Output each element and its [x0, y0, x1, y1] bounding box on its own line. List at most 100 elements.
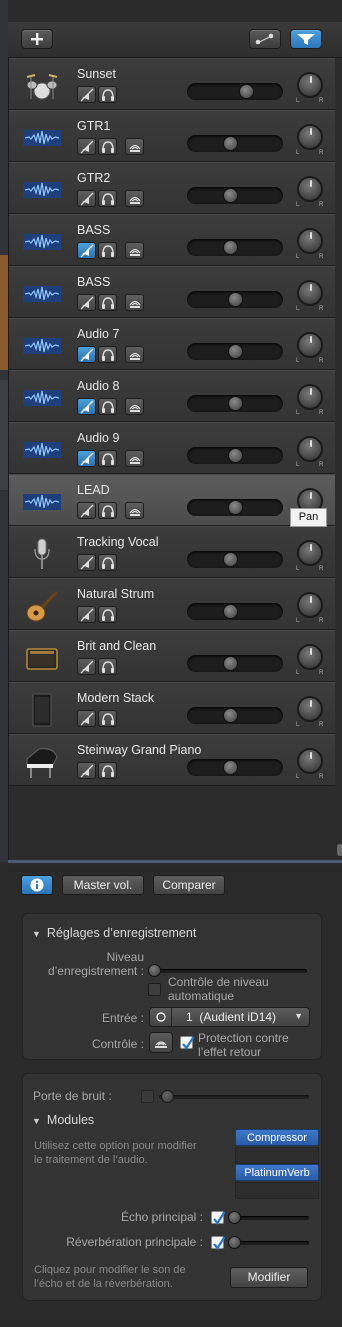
volume-knob[interactable]: [228, 292, 243, 307]
volume-knob[interactable]: [223, 708, 238, 723]
pan-knob[interactable]: [297, 72, 323, 98]
plugin-slot-empty[interactable]: [235, 1147, 319, 1164]
pan-knob[interactable]: [297, 332, 323, 358]
track-row[interactable]: BASS L R: [9, 266, 335, 318]
volume-slider[interactable]: [187, 83, 283, 100]
scrollbar[interactable]: [337, 844, 342, 856]
mute-button[interactable]: [77, 86, 96, 103]
track-row[interactable]: GTR2 L R: [9, 162, 335, 214]
pan-knob[interactable]: [297, 280, 323, 306]
mute-button[interactable]: [77, 346, 96, 363]
pan-knob[interactable]: [297, 384, 323, 410]
master-echo-checkbox[interactable]: [211, 1211, 226, 1225]
noise-gate-checkbox[interactable]: [141, 1090, 154, 1103]
recording-settings-header[interactable]: ▼ Réglages d’enregistrement: [32, 926, 196, 940]
volume-slider[interactable]: [187, 395, 283, 412]
solo-headphones-button[interactable]: [98, 554, 117, 571]
input-monitor-button[interactable]: [125, 398, 144, 415]
track-row[interactable]: Brit and Clean L R: [9, 630, 335, 682]
track-row[interactable]: Audio 8 L R: [9, 370, 335, 422]
solo-headphones-button[interactable]: [98, 606, 117, 623]
solo-headphones-button[interactable]: [98, 398, 117, 415]
mute-button[interactable]: [77, 398, 96, 415]
volume-slider[interactable]: [187, 707, 283, 724]
feedback-protection-checkbox[interactable]: [180, 1036, 195, 1050]
volume-knob[interactable]: [223, 604, 238, 619]
modules-header[interactable]: ▼ Modules: [32, 1113, 94, 1127]
volume-knob[interactable]: [223, 552, 238, 567]
volume-slider[interactable]: [187, 759, 283, 776]
plugin-slot-platinumverb[interactable]: PlatinumVerb: [235, 1164, 319, 1181]
volume-slider[interactable]: [187, 343, 283, 360]
mute-button[interactable]: [77, 294, 96, 311]
plugin-slot-empty[interactable]: [235, 1182, 319, 1199]
slider-knob[interactable]: [228, 1211, 241, 1224]
volume-knob[interactable]: [223, 136, 238, 151]
volume-slider[interactable]: [187, 291, 283, 308]
info-button[interactable]: [21, 875, 53, 895]
mute-button[interactable]: [77, 242, 96, 259]
solo-headphones-button[interactable]: [98, 242, 117, 259]
volume-slider[interactable]: [187, 135, 283, 152]
pan-knob[interactable]: [297, 540, 323, 566]
solo-headphones-button[interactable]: [98, 294, 117, 311]
input-monitor-button[interactable]: [125, 346, 144, 363]
track-row[interactable]: BASS L R: [9, 214, 335, 266]
volume-knob[interactable]: [223, 188, 238, 203]
pan-knob[interactable]: [297, 748, 323, 774]
mute-button[interactable]: [77, 606, 96, 623]
solo-headphones-button[interactable]: [98, 450, 117, 467]
pan-knob[interactable]: [297, 696, 323, 722]
pan-knob[interactable]: [297, 436, 323, 462]
compare-button[interactable]: Comparer: [153, 875, 225, 895]
input-select[interactable]: 1 (Audient iD14) ▼: [149, 1007, 310, 1027]
volume-slider[interactable]: [187, 603, 283, 620]
mute-button[interactable]: [77, 138, 96, 155]
add-track-button[interactable]: [21, 29, 53, 49]
volume-slider[interactable]: [187, 499, 283, 516]
plugin-slot-compressor[interactable]: Compressor: [235, 1129, 319, 1146]
slider-knob[interactable]: [161, 1090, 174, 1103]
solo-headphones-button[interactable]: [98, 762, 117, 779]
solo-headphones-button[interactable]: [98, 502, 117, 519]
mute-button[interactable]: [77, 554, 96, 571]
master-echo-slider[interactable]: [228, 1211, 309, 1224]
volume-slider[interactable]: [187, 447, 283, 464]
recording-level-slider[interactable]: [148, 964, 307, 977]
volume-knob[interactable]: [223, 240, 238, 255]
track-filter-button[interactable]: [290, 29, 322, 49]
track-row[interactable]: Modern Stack L R: [9, 682, 335, 734]
mute-button[interactable]: [77, 502, 96, 519]
mute-button[interactable]: [77, 710, 96, 727]
pan-knob[interactable]: [297, 176, 323, 202]
edit-effects-button[interactable]: Modifier: [230, 1267, 308, 1288]
master-reverb-slider[interactable]: [228, 1236, 309, 1249]
noise-gate-slider[interactable]: [159, 1090, 309, 1103]
input-monitor-button[interactable]: [125, 138, 144, 155]
input-monitor-button[interactable]: [125, 190, 144, 207]
volume-knob[interactable]: [228, 396, 243, 411]
volume-knob[interactable]: [223, 656, 238, 671]
monitor-button[interactable]: [149, 1032, 173, 1053]
pan-knob[interactable]: [297, 228, 323, 254]
solo-headphones-button[interactable]: [98, 710, 117, 727]
track-row[interactable]: Tracking Vocal L R: [9, 526, 335, 578]
pan-knob[interactable]: [297, 124, 323, 150]
volume-knob[interactable]: [223, 760, 238, 775]
mute-button[interactable]: [77, 762, 96, 779]
track-row[interactable]: Steinway Grand Piano L R: [9, 734, 335, 786]
track-row[interactable]: Sunset L R: [9, 58, 335, 110]
track-row[interactable]: Audio 7 L R: [9, 318, 335, 370]
mute-button[interactable]: [77, 658, 96, 675]
track-row[interactable]: Natural Strum L R: [9, 578, 335, 630]
volume-slider[interactable]: [187, 187, 283, 204]
slider-knob[interactable]: [228, 1236, 241, 1249]
solo-headphones-button[interactable]: [98, 138, 117, 155]
input-monitor-button[interactable]: [125, 294, 144, 311]
auto-level-checkbox[interactable]: [148, 983, 161, 996]
mute-button[interactable]: [77, 450, 96, 467]
volume-slider[interactable]: [187, 239, 283, 256]
mute-button[interactable]: [77, 190, 96, 207]
slider-knob[interactable]: [148, 964, 161, 977]
master-volume-button[interactable]: Master vol.: [62, 875, 144, 895]
